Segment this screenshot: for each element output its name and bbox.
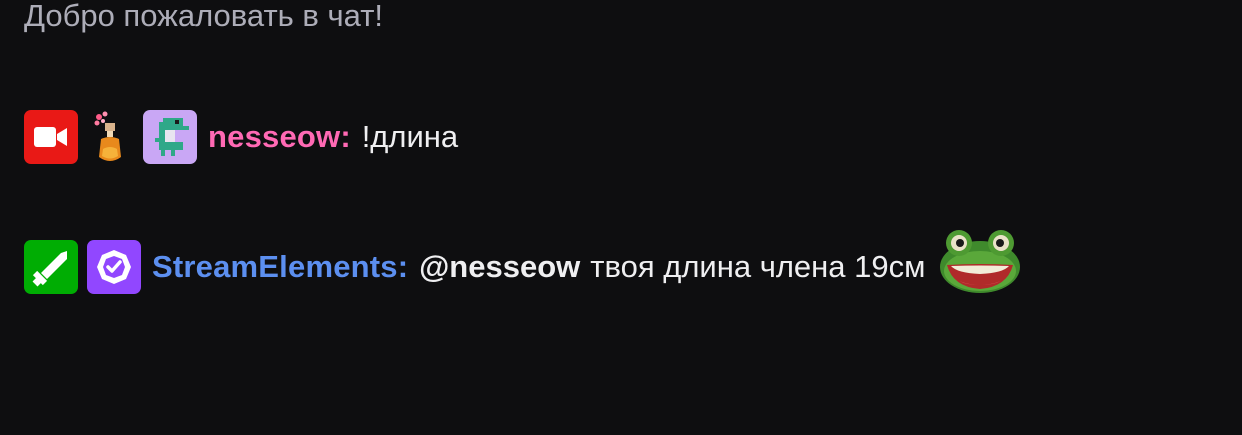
username[interactable]: nesseow [208, 119, 340, 155]
frog-emote-icon[interactable] [937, 221, 1023, 297]
chat-message: StreamElements : @nesseow твоя длина чле… [24, 230, 1023, 295]
pixel-dino-badge-icon[interactable] [143, 110, 197, 164]
verified-badge-icon[interactable] [87, 240, 141, 294]
message-text: твоя длина члена 19см [590, 249, 926, 284]
username-colon: : [397, 249, 409, 284]
video-camera-icon[interactable] [24, 110, 78, 164]
mention[interactable]: @nesseow [419, 249, 580, 285]
message-text: !длина [361, 119, 459, 154]
chat-message: nesseow : !длина [24, 109, 458, 165]
moderator-sword-icon[interactable] [24, 240, 78, 294]
username[interactable]: StreamElements [152, 249, 398, 285]
username-colon: : [340, 119, 351, 154]
welcome-message: Добро пожаловать в чат! [24, 0, 384, 33]
potion-badge-icon[interactable] [87, 110, 131, 164]
chat-panel: Добро пожаловать в чат! nesseow: !длина… [0, 0, 1242, 435]
